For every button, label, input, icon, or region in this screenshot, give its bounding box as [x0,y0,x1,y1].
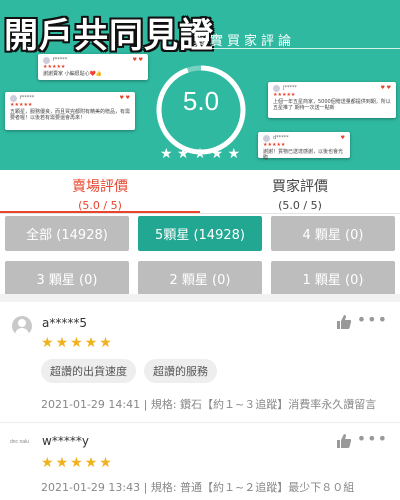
review-tags: 超讚的出貨速度 超讚的服務 [41,359,217,383]
preview-card-3: j***** ★★★★★ 上個一年五星商家，5000個贈送量都提供到期，所以五星… [268,82,396,118]
filter-1-star-button[interactable]: 1 顆星 (0) [271,261,395,296]
more-dots-icon[interactable]: ••• [357,310,388,329]
review-meta: 2021-01-29 13:43 | 規格: 普通【約１~２追蹤】最少下８０組 [41,481,355,494]
shop-logo: dnc nalu [10,439,29,445]
star-icon: ★ [84,455,98,471]
star-icon: ★ [84,335,98,351]
preview-card-4: d***** ★★★★★ 謝謝！貨物已送達感謝，以後也會光臨 ♥ [258,132,350,161]
star-icon: ★ [193,146,207,162]
like-icon: ♥ ♥ [132,57,143,63]
tab-store-rating[interactable]: 賣場評價 (5.0 / 5) [0,170,200,213]
star-icon: ★ [70,455,83,471]
filter-all-button[interactable]: 全部 (14928) [5,216,129,251]
thumbs-up-icon[interactable] [336,433,352,449]
star-icon: ★ [99,455,112,471]
average-score: 5.0 [182,86,220,116]
page: 開戶共同見證 真實買家評論 f***** ★★★★★ 謝謝賣家 小編很貼心❤️👍… [0,0,400,500]
filter-5-star-button[interactable]: 5顆星 (14928) [138,216,262,251]
review-tag: 超讚的服務 [144,359,217,383]
more-dots-icon[interactable]: ••• [357,429,388,448]
preview-card-1: f***** ★★★★★ 謝謝賣家 小編很貼心❤️👍 ♥ ♥ [38,54,148,80]
like-icon: ♥ [340,135,345,141]
review-item: a*****5 ••• ★ ★ ★ ★ ★ 超讚的出貨速度 超讚的服務 2021-01-… [0,302,400,422]
star-icon: ★ [210,146,224,162]
rating-tabs: 賣場評價 (5.0 / 5) 買家評價 (5.0 / 5) [0,170,400,214]
thumbs-up-icon[interactable] [336,314,352,330]
preview-card-2: f***** ★★★★★ 五顆星，服務優良，而且買完都附有精美的贈品，有需要者喔… [5,92,135,130]
star-icon: ★ [70,335,83,351]
star-icon: ★ [55,455,69,471]
score-stars: ★ ★ ★ ★ ★ [160,146,240,162]
review-item: dnc nalu w*****y ••• ★ ★ ★ ★ ★ 2021-01-29 13… [0,423,400,500]
reviewer-name: a*****5 [42,316,87,330]
star-icon: ★ [176,146,190,162]
star-icon: ★ [41,335,54,351]
banner-divider [195,48,400,49]
like-icon: ♥ ♥ [119,95,130,101]
star-icon: ★ [41,455,54,471]
star-icon: ★ [227,146,240,162]
review-stars: ★ ★ ★ ★ ★ [41,456,112,470]
review-stars: ★ ★ ★ ★ ★ [41,336,112,350]
review-meta: 2021-01-29 14:41 | 規格: 鑽石【約１~３追蹤】消費率永久讚留… [41,398,377,411]
reviewer-name: w*****y [42,434,89,448]
review-tag: 超讚的出貨速度 [41,359,136,383]
like-icon: ♥ ♥ [380,85,391,91]
star-filters: 全部 (14928) 5顆星 (14928) 4 顆星 (0) 3 顆星 (0)… [5,216,395,296]
tab-buyer-rating[interactable]: 買家評價 (5.0 / 5) [200,170,400,213]
star-icon: ★ [55,335,69,351]
filter-3-star-button[interactable]: 3 顆星 (0) [5,261,129,296]
star-icon: ★ [160,146,173,162]
filter-4-star-button[interactable]: 4 顆星 (0) [271,216,395,251]
filter-2-star-button[interactable]: 2 顆星 (0) [138,261,262,296]
banner-title: 真實買家評論 [193,34,296,49]
hero-banner: 開戶共同見證 真實買家評論 f***** ★★★★★ 謝謝賣家 小編很貼心❤️👍… [0,0,400,170]
section-divider [0,294,400,302]
avatar [12,316,32,336]
star-icon: ★ [99,335,112,351]
brand-logo-text: 開戶共同見證 [4,16,214,56]
